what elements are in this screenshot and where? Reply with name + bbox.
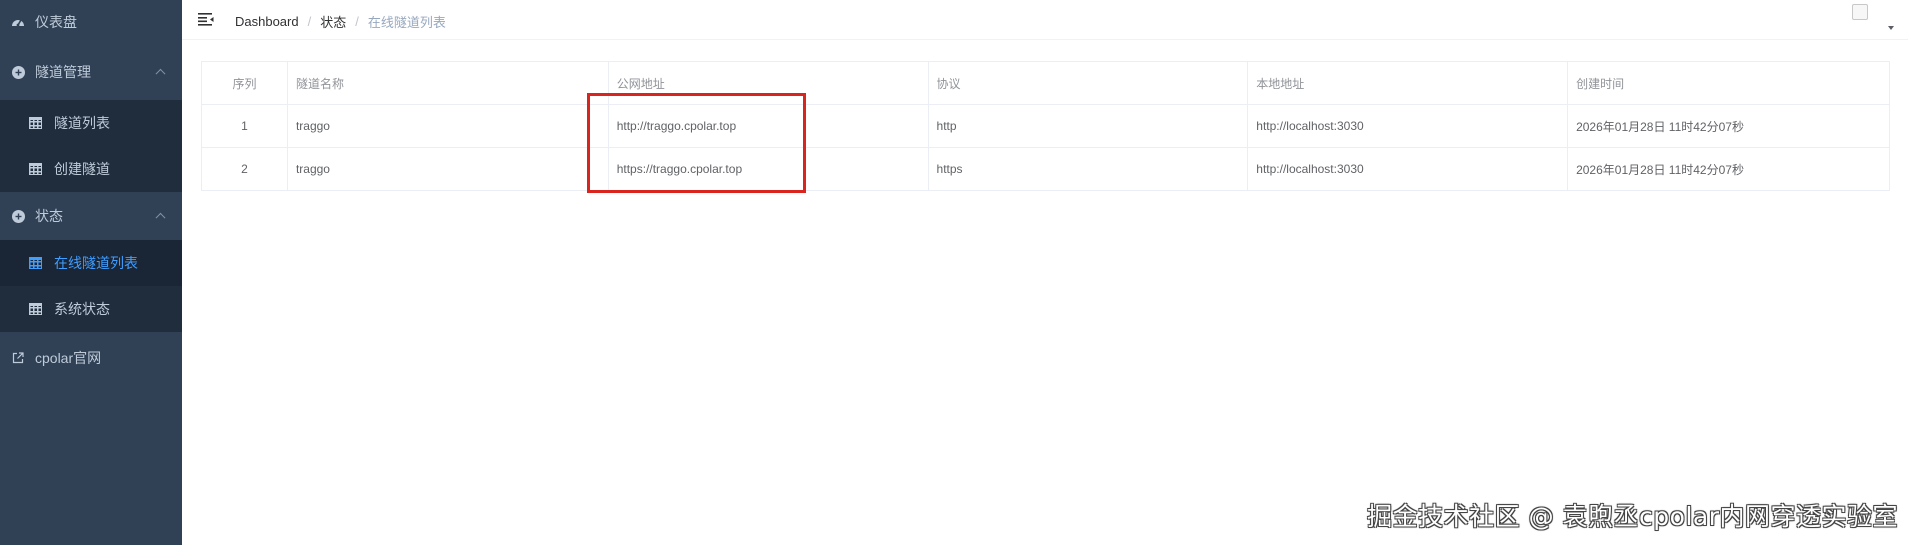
hamburger-menu-icon[interactable]	[198, 12, 214, 26]
menu-status[interactable]: 状态	[0, 192, 182, 240]
breadcrumb-separator: /	[307, 14, 312, 29]
table-icon	[29, 116, 42, 130]
column-header-public-url: 公网地址	[607, 61, 929, 105]
cell-index: 2	[201, 147, 288, 191]
menu-cpolar-site-label: cpolar官网	[35, 350, 102, 366]
navbar: Dashboard / 状态 / 在线隧道列表	[182, 0, 1908, 40]
submenu-tunnel-management: 隧道列表 创建隧道	[0, 100, 182, 192]
sidebar-item-system-status[interactable]: 系统状态	[0, 286, 182, 332]
sidebar-item-online-tunnels[interactable]: 在线隧道列表	[0, 240, 182, 286]
table-icon	[29, 162, 42, 176]
cell-public-url[interactable]: https://traggo.cpolar.top	[607, 147, 929, 191]
sidebar-item-tunnel-list-label: 隧道列表	[54, 115, 110, 131]
external-link-icon	[11, 351, 25, 365]
sidebar-item-system-status-label: 系统状态	[54, 301, 110, 317]
watermark: 掘金技术社区 @ 袁煦丞cpolar内网穿透实验室	[1367, 502, 1898, 531]
table-icon	[29, 302, 42, 316]
cell-protocol: http	[927, 104, 1249, 148]
main-content: 序列 隧道名称 公网地址 协议 本地地址 创建时间 1 traggo http:…	[182, 41, 1908, 545]
sidebar-item-create-tunnel-label: 创建隧道	[54, 161, 110, 177]
cell-local-address: http://localhost:3030	[1247, 147, 1569, 191]
breadcrumb-item-status: 状态	[320, 15, 347, 30]
menu-dashboard[interactable]: 仪表盘	[0, 0, 182, 44]
avatar[interactable]	[1852, 4, 1868, 20]
dashboard-icon	[11, 15, 25, 29]
column-header-created-time: 创建时间	[1567, 61, 1890, 105]
breadcrumb: Dashboard / 状态 / 在线隧道列表	[235, 12, 446, 31]
caret-down-icon[interactable]	[1888, 26, 1894, 30]
sidebar-item-create-tunnel[interactable]: 创建隧道	[0, 146, 182, 192]
menu-cpolar-site[interactable]: cpolar官网	[0, 332, 182, 384]
column-header-tunnel-name: 隧道名称	[286, 61, 609, 105]
breadcrumb-separator: /	[355, 14, 359, 29]
cell-tunnel-name: traggo	[286, 104, 609, 148]
cell-created-time: 2026年01月28日 11时42分07秒	[1567, 147, 1890, 191]
menu-dashboard-label: 仪表盘	[35, 14, 77, 30]
column-header-protocol: 协议	[927, 61, 1249, 105]
sidebar: 仪表盘 隧道管理 隧道列表 创建隧道 状态 在线隧道列表 系统状态 cpolar…	[0, 0, 182, 545]
cell-index: 1	[201, 104, 288, 148]
cell-local-address: http://localhost:3030	[1247, 104, 1569, 148]
cell-tunnel-name: traggo	[286, 147, 609, 191]
chevron-up-icon	[155, 68, 166, 79]
column-header-index: 序列	[201, 61, 288, 105]
sidebar-item-online-tunnels-label: 在线隧道列表	[54, 255, 138, 271]
menu-tunnel-management-label: 隧道管理	[35, 64, 91, 80]
plus-circle-icon	[11, 65, 25, 79]
tunnel-table: 序列 隧道名称 公网地址 协议 本地地址 创建时间 1 traggo http:…	[201, 61, 1890, 191]
menu-tunnel-management[interactable]: 隧道管理	[0, 44, 182, 100]
plus-circle-icon	[11, 209, 25, 223]
sidebar-item-tunnel-list[interactable]: 隧道列表	[0, 100, 182, 146]
table-icon	[29, 256, 42, 270]
cell-created-time: 2026年01月28日 11时42分07秒	[1567, 104, 1890, 148]
breadcrumb-item-dashboard[interactable]: Dashboard	[235, 14, 299, 29]
chevron-up-icon	[155, 212, 166, 223]
breadcrumb-item-current: 在线隧道列表	[367, 15, 446, 30]
cell-public-url[interactable]: http://traggo.cpolar.top	[607, 104, 929, 148]
menu-status-label: 状态	[35, 208, 63, 224]
table-row: 2 traggo https://traggo.cpolar.top https…	[201, 147, 1890, 191]
column-header-local-address: 本地地址	[1247, 61, 1569, 105]
table-header-row: 序列 隧道名称 公网地址 协议 本地地址 创建时间	[201, 61, 1890, 105]
table-row: 1 traggo http://traggo.cpolar.top http h…	[201, 104, 1890, 148]
submenu-status: 在线隧道列表 系统状态	[0, 240, 182, 332]
cell-protocol: https	[927, 147, 1249, 191]
